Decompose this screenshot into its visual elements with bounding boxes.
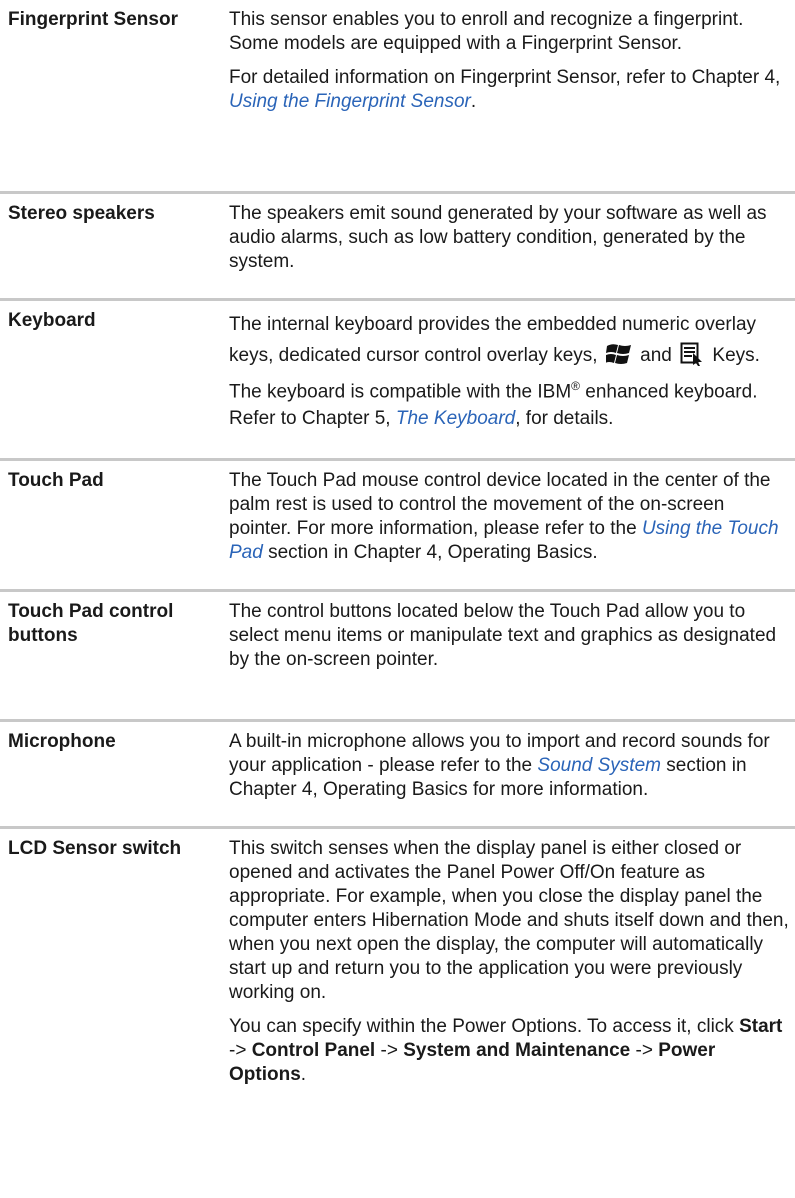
text: ->: [229, 1040, 252, 1061]
paragraph: Refer to Chapter 5, The Keyboard, for de…: [229, 407, 789, 431]
menu-path-system-maintenance: System and Maintenance: [403, 1040, 631, 1061]
windows-logo-icon: [604, 342, 632, 366]
feature-description: A built-in microphone allows you to impo…: [229, 730, 789, 812]
paragraph: The control buttons located below the To…: [229, 601, 777, 670]
text: and: [640, 345, 672, 366]
feature-description: The speakers emit sound generated by you…: [229, 202, 789, 284]
text: ->: [630, 1040, 659, 1061]
paragraph: For detailed information on Fingerprint …: [229, 66, 789, 114]
text: The internal keyboard provides the embed…: [229, 314, 757, 366]
paragraph: The internal keyboard provides the embed…: [229, 309, 789, 407]
feature-name: Fingerprint Sensor: [8, 9, 178, 30]
text: , for details.: [515, 408, 614, 430]
paragraph: You can specify within the Power Options…: [229, 1015, 789, 1087]
feature-description: The control buttons located below the To…: [229, 600, 789, 682]
feature-description: The Touch Pad mouse control device locat…: [229, 469, 789, 575]
link-fingerprint-sensor[interactable]: Using the Fingerprint Sensor: [229, 91, 471, 112]
text: enhanced keyboard.: [580, 381, 758, 403]
feature-name: Keyboard: [8, 310, 96, 331]
feature-name: Microphone: [8, 731, 116, 752]
paragraph: The speakers emit sound generated by you…: [229, 203, 767, 272]
paragraph: Some models are equipped with a Fingerpr…: [229, 33, 683, 54]
feature-name: Touch Pad: [8, 470, 104, 491]
paragraph: This switch senses when the display pane…: [229, 838, 789, 1003]
feature-description: This switch senses when the display pane…: [229, 837, 789, 1097]
table-row: Keyboard The internal keyboard provides …: [0, 301, 795, 461]
text: ->: [375, 1040, 404, 1061]
menu-path-start: Start: [739, 1016, 783, 1037]
paragraph: This sensor enables you to enroll and re…: [229, 9, 744, 30]
table-row: Microphone A built-in microphone allows …: [0, 722, 795, 829]
feature-name: LCD Sensor switch: [8, 838, 182, 859]
feature-name: Stereo speakers: [8, 203, 155, 224]
text: section in Chapter 4, Operating Basics.: [262, 542, 598, 563]
feature-table: Fingerprint Sensor This sensor enables y…: [0, 0, 795, 1194]
table-row: Stereo speakers The speakers emit sound …: [0, 194, 795, 301]
text: You can specify within the Power Options…: [229, 1016, 740, 1037]
link-the-keyboard[interactable]: The Keyboard: [396, 408, 515, 429]
link-sound-system[interactable]: Sound System: [537, 755, 661, 776]
text: .: [470, 91, 477, 112]
application-menu-icon: [680, 342, 704, 366]
text: For detailed information on Fingerprint …: [229, 67, 781, 88]
menu-path-control-panel: Control Panel: [251, 1040, 376, 1061]
table-row: Fingerprint Sensor This sensor enables y…: [0, 0, 795, 194]
text: .: [300, 1064, 307, 1085]
feature-name: Touch Pad control buttons: [8, 601, 174, 646]
feature-description: This sensor enables you to enroll and re…: [229, 8, 789, 124]
table-row: LCD Sensor switch This switch senses whe…: [0, 829, 795, 1194]
paragraph: A built-in microphone allows you to impo…: [229, 730, 789, 802]
text: Refer to Chapter 5,: [229, 408, 396, 430]
table-row: Touch Pad control buttons The control bu…: [0, 592, 795, 722]
registered-mark: ®: [571, 379, 581, 393]
paragraph: The Touch Pad mouse control device locat…: [229, 469, 789, 565]
feature-description: The internal keyboard provides the embed…: [229, 309, 789, 441]
table-row: Touch Pad The Touch Pad mouse control de…: [0, 461, 795, 592]
